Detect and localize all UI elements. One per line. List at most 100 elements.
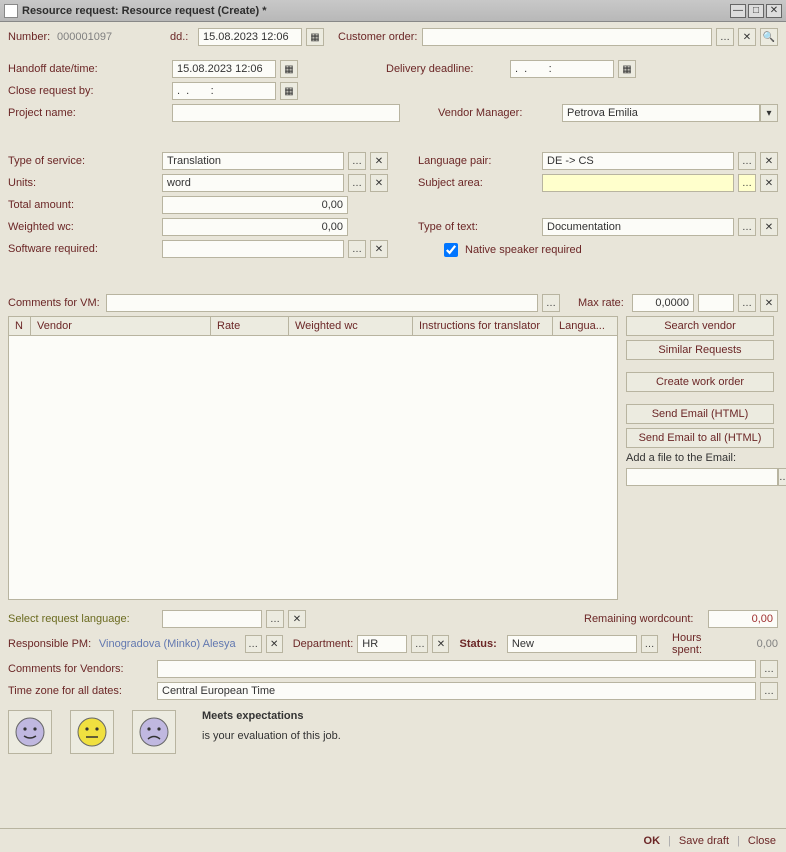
select-lang-clear-button[interactable]: ✕	[288, 610, 306, 628]
native-speaker-checkbox[interactable]	[444, 243, 458, 257]
similar-requests-button[interactable]: Similar Requests	[626, 340, 774, 360]
text-type-label: Type of text:	[418, 221, 538, 233]
software-input[interactable]	[162, 240, 344, 258]
units-clear-button[interactable]: ✕	[370, 174, 388, 192]
type-service-browse-button[interactable]: …	[348, 152, 366, 170]
save-draft-button[interactable]: Save draft	[679, 835, 729, 847]
send-email-button[interactable]: Send Email (HTML)	[626, 404, 774, 424]
comments-vm-browse-button[interactable]: …	[542, 294, 560, 312]
software-clear-button[interactable]: ✕	[370, 240, 388, 258]
close-window-button[interactable]: ✕	[766, 4, 782, 18]
remaining-input	[708, 610, 778, 628]
comments-vm-input[interactable]	[106, 294, 538, 312]
dd-input[interactable]	[198, 28, 302, 46]
dept-clear-button[interactable]: ✕	[432, 635, 449, 653]
titlebar: Resource request: Resource request (Crea…	[0, 0, 786, 22]
vendor-manager-input[interactable]	[562, 104, 760, 122]
max-rate-clear-button[interactable]: ✕	[760, 294, 778, 312]
col-language[interactable]: Langua...	[553, 317, 617, 335]
lang-pair-input[interactable]	[542, 152, 734, 170]
hours-label: Hours spent:	[672, 632, 734, 656]
dept-browse-button[interactable]: …	[411, 635, 428, 653]
window-icon	[4, 4, 18, 18]
resp-pm-browse-button[interactable]: …	[245, 635, 262, 653]
footer: OK | Save draft | Close	[0, 828, 786, 852]
create-work-order-button[interactable]: Create work order	[626, 372, 774, 392]
dept-label: Department:	[293, 638, 354, 650]
max-rate-input[interactable]	[632, 294, 694, 312]
total-input[interactable]	[162, 196, 348, 214]
send-email-all-button[interactable]: Send Email to all (HTML)	[626, 428, 774, 448]
resp-pm-clear-button[interactable]: ✕	[266, 635, 283, 653]
software-browse-button[interactable]: …	[348, 240, 366, 258]
software-label: Software required:	[8, 243, 158, 255]
close-button[interactable]: Close	[748, 835, 776, 847]
select-lang-input[interactable]	[162, 610, 262, 628]
close-by-input[interactable]	[172, 82, 276, 100]
handoff-input[interactable]	[172, 60, 276, 78]
vendor-manager-dropdown-button[interactable]: ▾	[760, 104, 778, 122]
customer-order-search-button[interactable]: 🔍	[760, 28, 778, 46]
tz-label: Time zone for all dates:	[8, 685, 153, 697]
add-file-input[interactable]	[626, 468, 778, 486]
minimize-button[interactable]: —	[730, 4, 746, 18]
text-type-input[interactable]	[542, 218, 734, 236]
lang-pair-browse-button[interactable]: …	[738, 152, 756, 170]
select-lang-browse-button[interactable]: …	[266, 610, 284, 628]
comments-vendors-input[interactable]	[157, 660, 756, 678]
total-label: Total amount:	[8, 199, 158, 211]
resp-pm-value[interactable]: Vinogradova (Minko) Alesya	[99, 638, 241, 650]
delivery-input[interactable]	[510, 60, 614, 78]
subject-clear-button[interactable]: ✕	[760, 174, 778, 192]
face-neutral-button[interactable]	[70, 710, 114, 754]
close-by-calendar-button[interactable]: ▦	[280, 82, 298, 100]
col-instructions[interactable]: Instructions for translator	[413, 317, 553, 335]
status-browse-button[interactable]: …	[641, 635, 658, 653]
native-speaker-label: Native speaker required	[465, 244, 582, 256]
maximize-button[interactable]: □	[748, 4, 764, 18]
handoff-calendar-button[interactable]: ▦	[280, 60, 298, 78]
project-name-input[interactable]	[172, 104, 400, 122]
weighted-input[interactable]	[162, 218, 348, 236]
add-file-browse-button[interactable]: …	[778, 468, 786, 486]
comments-vendors-browse-button[interactable]: …	[760, 660, 778, 678]
delivery-calendar-button[interactable]: ▦	[618, 60, 636, 78]
col-vendor[interactable]: Vendor	[31, 317, 211, 335]
vendor-table-body[interactable]	[8, 336, 618, 600]
subject-label: Subject area:	[418, 177, 538, 189]
dd-calendar-button[interactable]: ▦	[306, 28, 324, 46]
lang-pair-clear-button[interactable]: ✕	[760, 152, 778, 170]
max-rate-label: Max rate:	[578, 297, 628, 309]
select-lang-label: Select request language:	[8, 613, 158, 625]
handoff-label: Handoff date/time:	[8, 63, 168, 75]
max-rate-currency-input[interactable]	[698, 294, 734, 312]
customer-order-browse-button[interactable]: …	[716, 28, 734, 46]
comments-vm-label: Comments for VM:	[8, 297, 102, 309]
vendor-manager-label: Vendor Manager:	[438, 107, 558, 119]
customer-order-input[interactable]	[422, 28, 712, 46]
text-type-browse-button[interactable]: …	[738, 218, 756, 236]
customer-order-clear-button[interactable]: ✕	[738, 28, 756, 46]
col-n[interactable]: N	[9, 317, 31, 335]
type-service-label: Type of service:	[8, 155, 158, 167]
units-browse-button[interactable]: …	[348, 174, 366, 192]
subject-browse-button[interactable]: …	[738, 174, 756, 192]
col-weighted[interactable]: Weighted wc	[289, 317, 413, 335]
close-by-label: Close request by:	[8, 85, 168, 97]
comments-vendors-label: Comments for Vendors:	[8, 663, 153, 675]
type-service-input[interactable]	[162, 152, 344, 170]
dept-input[interactable]	[357, 635, 407, 653]
tz-input[interactable]	[157, 682, 756, 700]
face-sad-button[interactable]	[132, 710, 176, 754]
type-service-clear-button[interactable]: ✕	[370, 152, 388, 170]
status-input[interactable]	[507, 635, 637, 653]
units-input[interactable]	[162, 174, 344, 192]
ok-button[interactable]: OK	[644, 835, 661, 847]
tz-browse-button[interactable]: …	[760, 682, 778, 700]
subject-input[interactable]	[542, 174, 734, 192]
max-rate-browse-button[interactable]: …	[738, 294, 756, 312]
face-happy-button[interactable]	[8, 710, 52, 754]
text-type-clear-button[interactable]: ✕	[760, 218, 778, 236]
search-vendor-button[interactable]: Search vendor	[626, 316, 774, 336]
col-rate[interactable]: Rate	[211, 317, 289, 335]
